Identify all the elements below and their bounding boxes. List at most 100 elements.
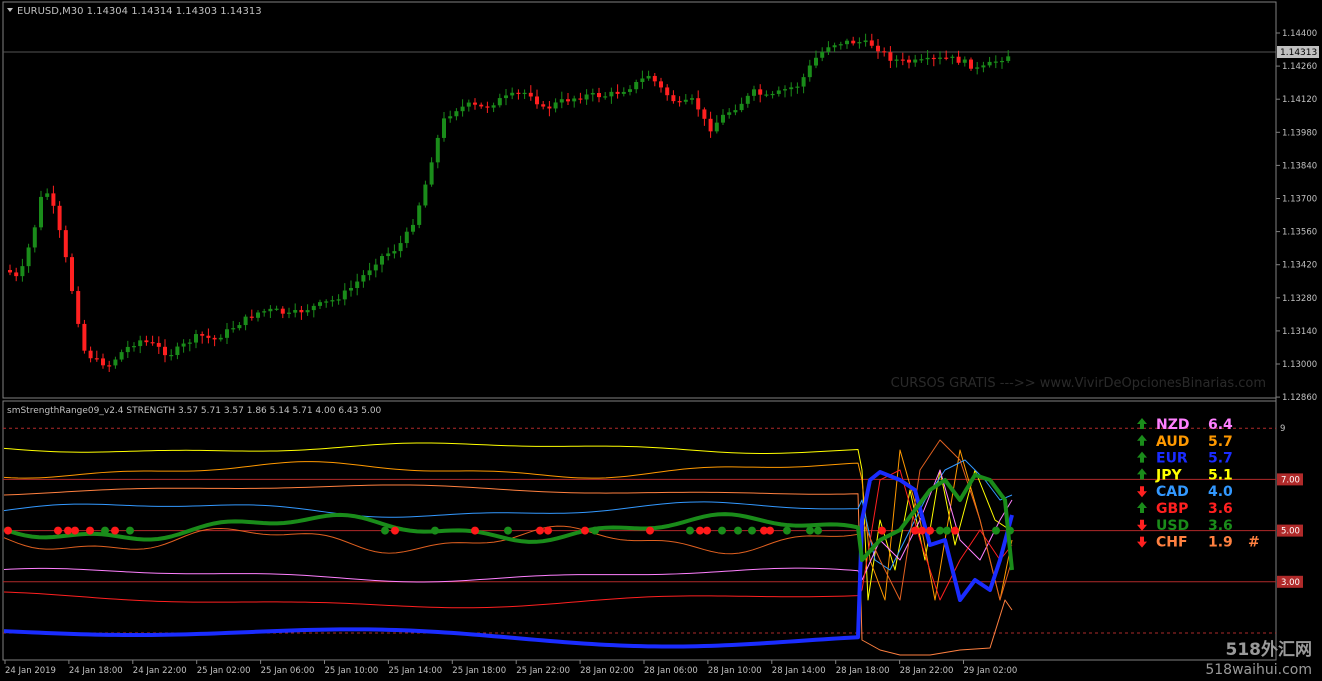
candle-body	[417, 205, 422, 225]
price-tick-label: 1.14120	[1282, 95, 1317, 105]
candle-body	[944, 57, 949, 59]
candle-body	[460, 106, 465, 112]
candle-body	[628, 89, 632, 92]
candle-body	[1000, 60, 1004, 63]
candle-body	[150, 342, 155, 344]
signal-dot	[111, 526, 119, 535]
promo-watermark: CURSOS GRATIS --->> www.VivirDeOpcionesB…	[891, 376, 1266, 391]
time-axis[interactable]: 24 Jan 2019 24 Jan 18:00 24 Jan 22:00 25 Ja…	[4, 660, 1017, 676]
candle-body	[758, 89, 763, 95]
signal-dot	[4, 526, 12, 535]
price-axis[interactable]: 1.14400 1.14260 1.14120 1.13980 1.13840 1.137…	[1275, 2, 1317, 660]
candle-body	[156, 342, 161, 347]
legend-value: 3.6	[1208, 501, 1233, 517]
candle-body	[504, 95, 508, 99]
candle-body	[863, 40, 868, 43]
candle-body	[380, 256, 384, 265]
candle-body	[330, 300, 335, 302]
price-pane-frame	[2, 1, 1277, 399]
candle-body	[132, 346, 136, 348]
candle-body	[491, 105, 496, 108]
candle-body	[913, 59, 918, 63]
candle-body	[336, 299, 341, 301]
candle-body	[497, 98, 502, 106]
legend-extra-mark: #	[1248, 535, 1260, 551]
legend-currency: NZD	[1156, 417, 1190, 433]
candle-body	[280, 308, 285, 314]
indicator-pane[interactable]: smStrengthRange09_v2.4 STRENGTH 3.57 5.7…	[2, 400, 1303, 661]
candle-body	[398, 243, 403, 252]
candle-body	[175, 346, 180, 356]
candle-body	[696, 98, 701, 110]
indicator-header: smStrengthRange09_v2.4 STRENGTH 3.57 5.7…	[7, 406, 382, 416]
legend-value: 5.1	[1208, 467, 1233, 483]
candle-body	[522, 92, 527, 95]
mt4-chart-window[interactable]: EURUSD,M30 1.14304 1.14314 1.14303 1.143…	[0, 0, 1322, 681]
candle-body	[63, 230, 68, 258]
signal-dot	[814, 526, 822, 535]
candle-body	[857, 42, 862, 44]
candle-body	[739, 103, 744, 111]
candle-body	[386, 253, 391, 257]
legend-currency: GBP	[1156, 501, 1188, 517]
signal-dot	[783, 526, 791, 535]
legend-currency: JPY	[1155, 467, 1182, 483]
candle-body	[473, 102, 477, 105]
candle-body	[733, 110, 738, 113]
candle-body	[590, 92, 595, 95]
candle-body	[677, 101, 682, 103]
candle-body	[287, 312, 291, 314]
price-tick-label: 1.14260	[1282, 62, 1317, 72]
candle-body	[956, 56, 961, 63]
candle-body	[119, 352, 124, 360]
time-tick-label: 28 Jan 02:00	[580, 666, 634, 676]
candle-body	[94, 358, 99, 360]
signal-dot	[696, 526, 704, 535]
time-tick-label: 28 Jan 18:00	[836, 666, 890, 676]
candle-body	[169, 355, 174, 357]
candle-body	[45, 193, 50, 197]
signal-dot	[581, 526, 589, 535]
time-tick-label: 25 Jan 06:00	[261, 666, 315, 676]
candle-body	[981, 65, 986, 68]
candle-body	[138, 340, 143, 347]
level-label: 5.00	[1281, 527, 1300, 537]
candle-body	[826, 47, 831, 52]
candle-body	[231, 328, 236, 330]
candle-body	[925, 57, 930, 60]
candle-body	[597, 92, 601, 98]
candle-body	[318, 302, 322, 306]
candle-body	[851, 40, 856, 44]
candle-body	[243, 316, 248, 326]
legend-currency: EUR	[1156, 451, 1188, 467]
candle-body	[8, 270, 12, 273]
price-tick-label: 1.13980	[1282, 128, 1317, 138]
candle-body	[14, 272, 19, 277]
candle-body	[820, 51, 825, 58]
price-pane[interactable]: EURUSD,M30 1.14304 1.14314 1.14303 1.143…	[2, 1, 1277, 399]
site-watermark-line2: 518waihui.com	[1205, 662, 1312, 678]
candle-body	[411, 224, 415, 232]
signal-dot	[71, 526, 79, 535]
candle-body	[237, 325, 242, 329]
candle-body	[745, 95, 750, 104]
candle-body	[367, 270, 372, 276]
candle-body	[814, 57, 818, 66]
candle-body	[249, 316, 254, 318]
candle-body	[801, 77, 806, 87]
candle-body	[609, 91, 614, 97]
candle-body	[708, 118, 713, 132]
signal-dot	[806, 526, 814, 535]
candle-body	[39, 196, 43, 228]
site-watermark-line1: 518外汇网	[1226, 639, 1313, 660]
candle-body	[435, 137, 440, 163]
signal-dot	[718, 526, 726, 535]
candle-body	[200, 334, 205, 336]
candle-body	[535, 96, 539, 105]
candle-body	[206, 335, 211, 338]
legend-currency: USD	[1156, 518, 1189, 534]
candle-body	[919, 59, 924, 61]
current-price-label: 1.14313	[1277, 46, 1319, 58]
candle-body	[516, 92, 521, 94]
candle-body	[659, 81, 663, 88]
